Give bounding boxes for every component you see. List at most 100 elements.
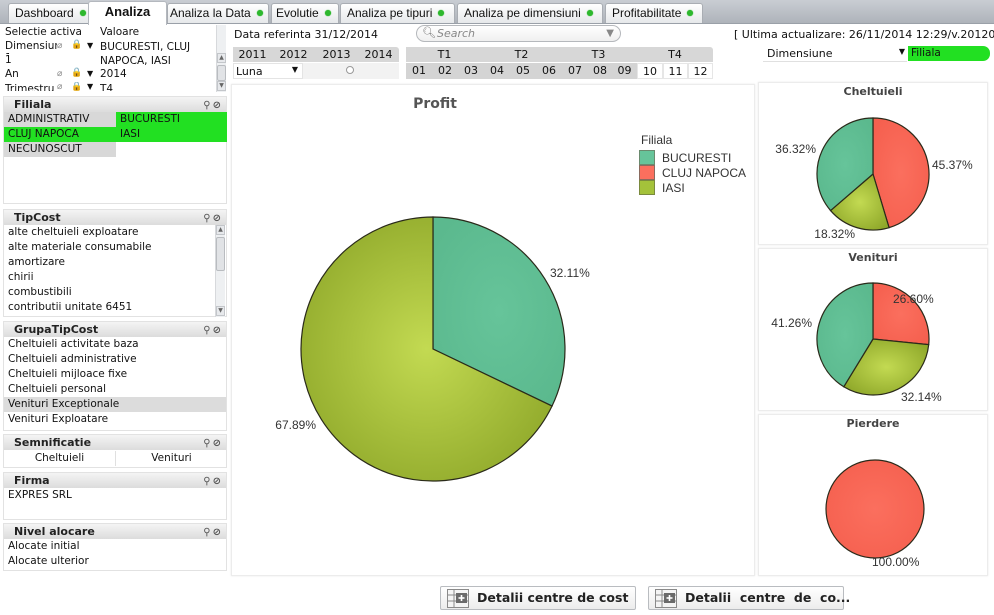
pie-slice-cluj-napoca[interactable]: [825, 459, 925, 559]
month-button-08[interactable]: 08: [588, 63, 612, 79]
list-item[interactable]: contributii unitate 6451: [4, 300, 226, 315]
quarter-button-t3[interactable]: T3: [560, 47, 637, 62]
list-item[interactable]: Alocate initial: [4, 539, 226, 554]
clear-icon[interactable]: ⊘: [213, 325, 223, 336]
data-label-cluj-napoca: 100.00%: [872, 555, 920, 569]
list-item-iasi[interactable]: IASI: [116, 127, 227, 142]
eraser-icon[interactable]: ⌀: [57, 41, 62, 51]
year-button-2011[interactable]: 2011: [233, 47, 272, 62]
detalii-centre-de-cost-button[interactable]: Detalii centre de cost: [440, 586, 636, 610]
list-item[interactable]: Cheltuieli activitate baza: [4, 337, 226, 352]
search-icon[interactable]: ⚲: [203, 213, 212, 224]
clear-icon[interactable]: ⊘: [213, 438, 223, 449]
clear-icon[interactable]: ⊘: [213, 100, 223, 111]
list-item[interactable]: combustibili: [4, 285, 226, 300]
year-button-2012[interactable]: 2012: [272, 47, 315, 62]
tab-analiza-la-data[interactable]: Analiza la Data: [167, 3, 269, 23]
month-button-07[interactable]: 07: [562, 63, 588, 79]
month-button-05[interactable]: 05: [510, 63, 536, 79]
list-item-venituri[interactable]: Venituri: [116, 451, 227, 466]
eraser-icon[interactable]: ⌀: [57, 69, 62, 79]
search-icon[interactable]: ⚲: [203, 325, 212, 336]
search-placeholder: Search: [437, 27, 476, 40]
list-item[interactable]: amortizare: [4, 255, 226, 270]
tab-dashboard[interactable]: Dashboard: [8, 3, 90, 23]
list-item[interactable]: Alocate ulterior: [4, 554, 226, 569]
search-dropdown-icon[interactable]: ▼: [606, 28, 614, 39]
list-item[interactable]: Cheltuieli mijloace fixe: [4, 367, 226, 382]
dropdown-arrow-icon[interactable]: ▼: [899, 47, 905, 56]
month-button-02[interactable]: 02: [432, 63, 458, 79]
venituri-pie-chart: 26.60% 32.14% 41.26%: [771, 282, 942, 404]
list-item[interactable]: alte materiale consumabile: [4, 240, 226, 255]
search-box[interactable]: 🔍︎ Search ▼: [416, 25, 621, 42]
list-item[interactable]: EXPRES SRL: [4, 488, 226, 503]
listbox-title-text: Nivel alocare: [14, 525, 95, 538]
list-item-cheltuieli[interactable]: Cheltuieli: [4, 451, 116, 466]
search-icon[interactable]: ⚲: [203, 438, 212, 449]
dropdown-arrow-icon[interactable]: ▼: [87, 82, 93, 91]
list-item-bucuresti[interactable]: BUCURESTI: [116, 112, 227, 127]
eraser-icon[interactable]: ⌀: [57, 82, 62, 91]
quarter-button-t1[interactable]: T1: [406, 47, 483, 62]
month-button-11[interactable]: 11: [663, 63, 688, 79]
tab-analiza[interactable]: Analiza: [88, 1, 167, 25]
reference-date-label: Data referinta 31/12/2014: [234, 28, 378, 41]
clear-icon[interactable]: ⊘: [213, 527, 223, 538]
radio-icon[interactable]: [346, 66, 354, 74]
clear-icon[interactable]: ⊘: [213, 476, 223, 487]
detalii-centre-de-cost-2-button[interactable]: Detalii centre de co...: [648, 586, 850, 610]
clear-icon[interactable]: ⊘: [213, 213, 223, 224]
data-label-iasi: 32.14%: [901, 390, 942, 404]
scroll-thumb[interactable]: [217, 65, 226, 81]
table-add-icon: [655, 589, 677, 608]
month-button-09[interactable]: 09: [612, 63, 637, 79]
year-button-2013[interactable]: 2013: [315, 47, 358, 62]
period-select[interactable]: Luna ▼: [233, 63, 303, 79]
search-icon[interactable]: ⚲: [203, 100, 212, 111]
dropdown-arrow-icon[interactable]: ▼: [87, 41, 93, 50]
list-item[interactable]: Venituri Exploatare: [4, 412, 226, 427]
list-item-cluj-napoca[interactable]: CLUJ NAPOCA: [4, 127, 116, 142]
listbox-title-text: GrupaTipCost: [14, 323, 99, 336]
quarter-button-t2[interactable]: T2: [483, 47, 560, 62]
list-item-highlighted[interactable]: Venituri Exceptionale: [4, 397, 226, 412]
list-item[interactable]: chirii: [4, 270, 226, 285]
quarter-button-t4[interactable]: T4: [637, 47, 713, 62]
scroll-up-icon[interactable]: ▲: [216, 225, 225, 235]
month-button-01[interactable]: 01: [406, 63, 432, 79]
tab-profitabilitate[interactable]: Profitabilitate: [605, 3, 703, 23]
list-item-administrativ[interactable]: ADMINISTRATIV: [4, 112, 116, 127]
scrollbar[interactable]: ▲ ▼: [216, 25, 226, 92]
tab-label: Analiza pe dimensiuni: [464, 6, 581, 20]
dimension-select[interactable]: Dimensiune ▼: [763, 46, 907, 62]
dropdown-arrow-icon[interactable]: ▼: [292, 65, 298, 74]
scrollbar[interactable]: ▲ ▼: [215, 225, 225, 317]
scroll-up-icon[interactable]: ▲: [217, 53, 226, 63]
lock-icon[interactable]: 🔒: [71, 68, 82, 78]
list-item[interactable]: Cheltuieli administrative: [4, 352, 226, 367]
tab-analiza-pe-dimensiuni[interactable]: Analiza pe dimensiuni: [457, 3, 603, 23]
list-item[interactable]: Cheltuieli personal: [4, 382, 226, 397]
lock-icon[interactable]: 🔒: [71, 82, 82, 91]
data-label-cluj-napoca: 45.37%: [932, 158, 973, 172]
dimension-value[interactable]: Filiala: [908, 46, 990, 61]
tab-analiza-pe-tipuri[interactable]: Analiza pe tipuri: [340, 3, 455, 23]
period-slider-area[interactable]: [303, 63, 399, 79]
scroll-down-icon[interactable]: ▼: [217, 81, 226, 91]
list-item[interactable]: alte cheltuieli exploatare: [4, 225, 226, 240]
month-button-03[interactable]: 03: [458, 63, 484, 79]
tab-evolutie[interactable]: Evolutie: [271, 3, 339, 23]
list-item-necunoscut[interactable]: NECUNOSCUT: [4, 142, 116, 157]
search-icon[interactable]: ⚲: [203, 476, 212, 487]
year-button-2014[interactable]: 2014: [358, 47, 399, 62]
dropdown-arrow-icon[interactable]: ▼: [87, 69, 93, 78]
search-icon[interactable]: ⚲: [203, 527, 212, 538]
month-button-10[interactable]: 10: [637, 63, 663, 79]
scroll-thumb[interactable]: [216, 237, 225, 271]
month-button-04[interactable]: 04: [484, 63, 510, 79]
month-button-12[interactable]: 12: [688, 63, 713, 79]
lock-icon[interactable]: 🔒: [71, 40, 82, 50]
scroll-down-icon[interactable]: ▼: [216, 306, 225, 316]
month-button-06[interactable]: 06: [536, 63, 562, 79]
